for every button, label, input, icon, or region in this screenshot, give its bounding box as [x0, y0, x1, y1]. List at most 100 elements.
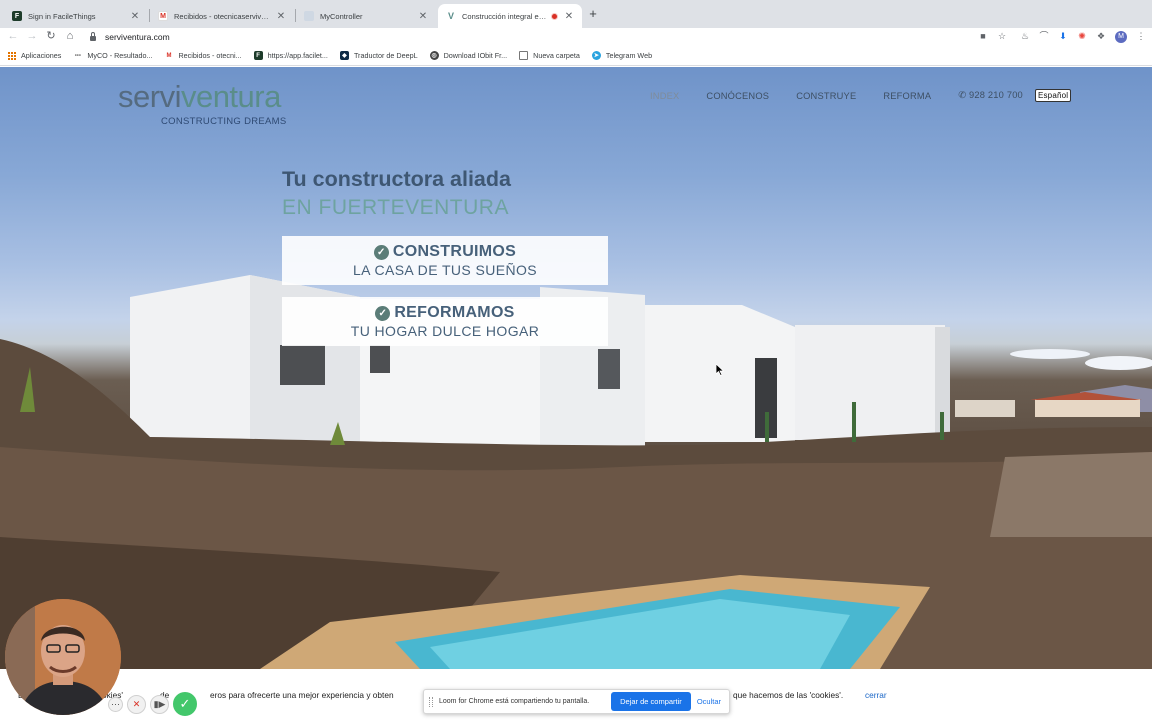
facile-icon: F	[253, 51, 263, 60]
bookmark-gmail[interactable]: M Recibidos - otecni...	[164, 51, 241, 60]
cactus-shape	[940, 412, 944, 440]
hero-photo	[0, 275, 1152, 669]
close-icon[interactable]: ✕	[418, 11, 428, 22]
address-bar[interactable]: serviventura.com	[84, 29, 1028, 44]
window-shape	[370, 345, 390, 373]
new-tab-button[interactable]: +	[586, 7, 600, 21]
bookmarks-bar: Aplicaciones ••• MyCO - Resultado... M R…	[0, 46, 1152, 66]
cta-title: CONSTRUIMOS	[392, 243, 517, 260]
extension-pin-icon[interactable]: ⬇	[1058, 29, 1068, 44]
nav-construye[interactable]: CONSTRUYE	[796, 91, 856, 101]
webcam-person-image	[5, 599, 121, 715]
finish-recording-icon[interactable]: ✓	[173, 692, 197, 716]
bookmark-myco[interactable]: ••• MyCO - Resultado...	[73, 51, 153, 60]
home-icon[interactable]: ⌂	[63, 29, 77, 44]
drag-handle-icon[interactable]	[429, 696, 433, 707]
bookmark-facile[interactable]: F https://app.facilet...	[253, 51, 328, 60]
page-icon	[304, 11, 314, 21]
bookmark-deepl[interactable]: ◆ Traductor de DeepL	[339, 51, 418, 60]
forward-arrow-icon[interactable]: →	[25, 29, 39, 44]
back-arrow-icon[interactable]: ←	[6, 29, 20, 44]
close-icon[interactable]: ✕	[130, 11, 140, 22]
language-selector[interactable]: Español	[1034, 89, 1072, 102]
close-icon[interactable]: ✕	[564, 11, 574, 22]
distant-house-shape	[955, 400, 1015, 417]
close-icon[interactable]: ✕	[276, 11, 286, 22]
logo-text-part: ventura	[180, 79, 281, 114]
screen-share-bar: Loom for Chrome está compartiendo tu pan…	[423, 689, 730, 714]
bookmark-label: Recibidos - otecni...	[178, 51, 242, 60]
browser-tab-strip: F Sign in FacileThings ✕ M Recibidos - o…	[0, 0, 1152, 28]
serviventura-icon: V	[446, 11, 456, 21]
phone-icon: ✆	[958, 90, 970, 100]
extension-loom-icon[interactable]: ✺	[1077, 29, 1087, 44]
browser-toolbar: ← → ↻ ⌂ serviventura.com ■ ☆ ♨ ⌒ ⬇ ✺ ❖ M…	[0, 28, 1152, 46]
extension-flame-icon[interactable]: ♨	[1020, 29, 1030, 44]
more-options-icon[interactable]: ⋯	[108, 696, 123, 712]
folder-icon	[519, 51, 529, 60]
profile-avatar[interactable]: M	[1115, 30, 1127, 43]
cta-subtitle: TU HOGAR DULCE HOGAR	[350, 323, 540, 339]
check-circle-icon: ✓	[373, 244, 389, 260]
menu-kebab-icon[interactable]: ⋮	[1136, 29, 1146, 44]
bookmark-apps[interactable]: Aplicaciones	[8, 51, 61, 60]
house-wall-shape	[795, 325, 945, 440]
cancel-recording-icon[interactable]: ✕	[127, 694, 146, 714]
url-text: serviventura.com	[105, 31, 170, 42]
webcam-bubble[interactable]	[5, 599, 121, 715]
nav-conocenos[interactable]: CONÓCENOS	[706, 91, 769, 101]
site-navigation: INDEX CONÓCENOS CONSTRUYE REFORMA ✆ 928 …	[650, 89, 1072, 102]
bookmark-folder[interactable]: Nueva carpeta	[519, 51, 580, 60]
reload-icon[interactable]: ↻	[44, 29, 58, 44]
stop-sharing-button[interactable]: Dejar de compartir	[611, 692, 691, 711]
camera-icon[interactable]: ■	[978, 29, 988, 44]
distant-house-shape	[1035, 399, 1140, 417]
toolbar-actions: ■ ☆ ♨ ⌒ ⬇ ✺ ❖ M ⋮	[978, 29, 1146, 44]
bookmark-label: Telegram Web	[605, 51, 653, 60]
facile-icon: F	[12, 11, 22, 21]
logo-tagline: CONSTRUCTING DREAMS	[161, 116, 287, 127]
phone-number: 928 210 700	[969, 90, 1023, 100]
bookmark-iobit[interactable]: ◎ Download IObit Fr...	[429, 51, 507, 60]
pause-icon[interactable]: ▮▶	[150, 694, 169, 714]
share-message: Loom for Chrome está compartiendo tu pan…	[439, 698, 590, 705]
gmail-icon: M	[158, 11, 168, 21]
bookmark-label: https://app.facilet...	[267, 51, 328, 60]
loom-controls: ⋯ ✕ ▮▶ ✓	[108, 692, 197, 716]
nav-index[interactable]: INDEX	[650, 91, 679, 101]
cookie-text: que hacemos de las 'cookies'.	[733, 690, 844, 700]
iobit-icon: ◎	[429, 51, 439, 60]
cloud-shape	[1085, 356, 1152, 370]
cookie-close-link[interactable]: cerrar	[865, 690, 887, 700]
recording-icon	[551, 12, 558, 20]
bookmark-label: Aplicaciones	[21, 51, 62, 60]
extension-puzzle-icon[interactable]: ❖	[1096, 29, 1106, 44]
tab-serviventura[interactable]: V Construcción integral en F ✕	[438, 4, 582, 28]
tab-mycontroller[interactable]: MyController ✕	[296, 4, 436, 28]
hide-button[interactable]: Ocultar	[697, 697, 721, 706]
myco-icon: •••	[74, 52, 82, 59]
bookmark-telegram[interactable]: ➤ Telegram Web	[591, 51, 653, 60]
website-viewport: serviventura CONSTRUCTING DREAMS INDEX C…	[0, 67, 1152, 669]
extension-wave-icon[interactable]: ⌒	[1039, 29, 1049, 44]
mouse-cursor-icon	[716, 364, 724, 376]
tab-title: Sign in FacileThings	[28, 11, 96, 21]
apps-grid-icon	[8, 51, 16, 60]
tab-title: Recibidos - otecnicaserviventu	[174, 11, 270, 21]
nav-reforma[interactable]: REFORMA	[883, 91, 931, 101]
site-logo[interactable]: serviventura CONSTRUCTING DREAMS	[118, 79, 287, 128]
cta-construimos[interactable]: ✓ CONSTRUIMOS LA CASA DE TUS SUEÑOS	[282, 236, 608, 285]
bookmark-label: Traductor de DeepL	[353, 51, 418, 60]
tab-facilethings[interactable]: F Sign in FacileThings ✕	[4, 4, 148, 28]
nav-phone[interactable]: ✆ 928 210 700	[958, 90, 1023, 101]
bookmark-label: Nueva carpeta	[533, 51, 580, 60]
gmail-icon: M	[166, 52, 172, 59]
cta-title: REFORMAMOS	[394, 304, 515, 321]
cta-reformamos[interactable]: ✓ REFORMAMOS TU HOGAR DULCE HOGAR	[282, 297, 608, 346]
cta-subtitle: LA CASA DE TUS SUEÑOS	[353, 262, 537, 278]
window-shape	[598, 349, 620, 389]
check-circle-icon: ✓	[375, 305, 391, 321]
tab-gmail[interactable]: M Recibidos - otecnicaserviventu ✕	[150, 4, 294, 28]
tab-title: MyController	[320, 11, 363, 21]
bookmark-star-icon[interactable]: ☆	[997, 29, 1007, 44]
